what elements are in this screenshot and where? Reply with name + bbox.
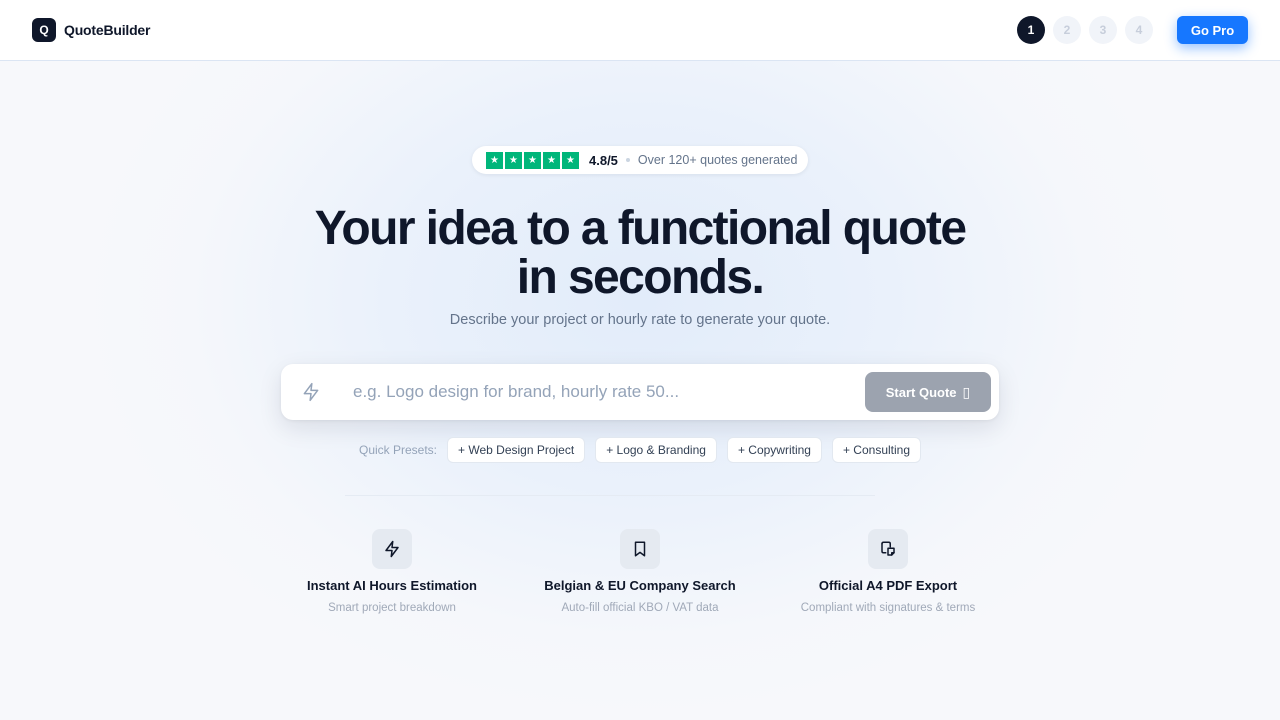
document-export-icon xyxy=(881,541,895,556)
preset-web-design[interactable]: + Web Design Project xyxy=(447,437,586,463)
feature-company-search: Belgian & EU Company Search Auto-fill of… xyxy=(520,529,760,614)
feature-title: Instant AI Hours Estimation xyxy=(307,578,477,593)
step-4[interactable]: 4 xyxy=(1125,16,1153,44)
brand[interactable]: Q QuoteBuilder xyxy=(32,18,150,42)
hero-title-line-2: in seconds. xyxy=(516,251,765,304)
lightning-icon xyxy=(385,540,399,558)
top-nav: Q QuoteBuilder 1 2 3 4 Go Pro xyxy=(0,0,1280,61)
separator-dot xyxy=(625,158,630,162)
go-pro-button[interactable]: Go Pro xyxy=(1177,16,1248,44)
brand-name: QuoteBuilder xyxy=(64,22,151,38)
star-icon: ★ xyxy=(505,151,522,169)
star-icon: ★ xyxy=(562,151,579,169)
step-3[interactable]: 3 xyxy=(1089,16,1117,44)
quote-search-bar: Start Quote ▯ xyxy=(281,364,999,420)
rating-text: Over 120+ quotes generated xyxy=(637,153,798,167)
hero-subtitle: Describe your project or hourly rate to … xyxy=(449,312,831,328)
star-icon: ★ xyxy=(486,151,503,169)
feature-ai-hours: Instant AI Hours Estimation Smart projec… xyxy=(272,529,512,614)
presets-label: Quick Presets: xyxy=(358,443,438,457)
star-icon: ★ xyxy=(543,151,560,169)
feature-desc: Compliant with signatures & terms xyxy=(800,602,976,614)
header-actions: 1 2 3 4 Go Pro xyxy=(1017,16,1248,44)
feature-icon-box xyxy=(620,529,660,569)
preset-logo-branding[interactable]: + Logo & Branding xyxy=(595,437,717,463)
rating-score: 4.8/5 xyxy=(589,152,618,168)
cursor-icon: ▯ xyxy=(962,383,971,400)
step-2[interactable]: 2 xyxy=(1053,16,1081,44)
feature-icon-box xyxy=(372,529,412,569)
quick-presets: Quick Presets: + Web Design Project + Lo… xyxy=(0,437,1280,463)
feature-icon-box xyxy=(868,529,908,569)
quote-description-input[interactable] xyxy=(353,382,863,402)
hero-title-line-1: Your idea to a functional quote xyxy=(314,202,967,255)
feature-title: Official A4 PDF Export xyxy=(818,578,958,593)
star-icon: ★ xyxy=(524,151,541,169)
step-1[interactable]: 1 xyxy=(1017,16,1045,44)
lightning-icon xyxy=(303,382,319,402)
preset-consulting[interactable]: + Consulting xyxy=(831,437,922,463)
feature-title: Belgian & EU Company Search xyxy=(544,578,736,593)
preset-copywriting[interactable]: + Copywriting xyxy=(726,437,822,463)
feature-desc: Auto-fill official KBO / VAT data xyxy=(561,602,719,614)
hero-title: Your idea to a functional quote in secon… xyxy=(240,204,1040,302)
bookmark-icon xyxy=(634,541,646,557)
section-divider xyxy=(345,495,875,496)
brand-logo: Q xyxy=(32,18,56,42)
feature-desc: Smart project breakdown xyxy=(328,602,456,614)
feature-pdf-export: Official A4 PDF Export Compliant with si… xyxy=(768,529,1008,614)
rating-stars: ★ ★ ★ ★ ★ xyxy=(486,151,579,169)
step-indicator: 1 2 3 4 xyxy=(1017,16,1153,44)
rating-badge: ★ ★ ★ ★ ★ 4.8/5 Over 120+ quotes generat… xyxy=(472,146,808,174)
start-quote-button[interactable]: Start Quote ▯ xyxy=(865,372,991,412)
start-quote-label: Start Quote xyxy=(885,384,957,400)
